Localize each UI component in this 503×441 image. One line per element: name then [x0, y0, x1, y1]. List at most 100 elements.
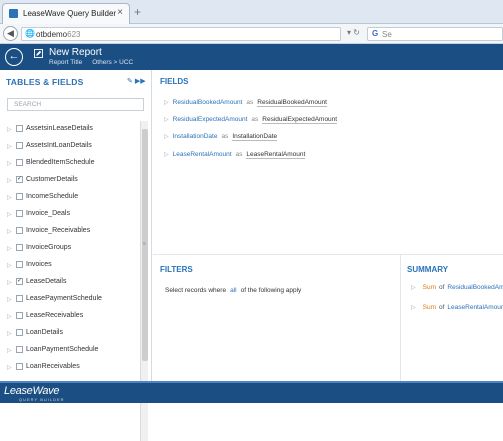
expand-arrow-icon[interactable]: ▷ [7, 296, 12, 303]
pin-icon[interactable]: ✎ [127, 78, 133, 85]
table-checkbox[interactable] [16, 227, 23, 234]
tab-title: LeaseWave Query Builder [23, 9, 117, 18]
table-checkbox[interactable] [16, 329, 23, 336]
table-list-item[interactable]: ▷ ✓ CustomerDetails [0, 172, 140, 189]
table-list-item[interactable]: ▷ LoanPaymentSchedule [0, 342, 140, 359]
table-checkbox[interactable] [16, 142, 23, 149]
expand-arrow-icon[interactable]: ▷ [7, 160, 12, 167]
table-list-item[interactable]: ▷ LeaseReceivables [0, 308, 140, 325]
table-list-item[interactable]: ▷ Invoice_Receivables [0, 223, 140, 240]
field-row[interactable]: ▷ ResidualBookedAmount as ResidualBookedAmo… [164, 99, 327, 109]
expand-arrow-icon[interactable]: ▷ [164, 117, 169, 123]
expand-arrow-icon[interactable]: ▷ [164, 100, 169, 106]
reload-icon[interactable]: ▾ ↻ [347, 28, 360, 37]
table-checkbox[interactable] [16, 159, 23, 166]
scroll-thumb[interactable]: ≡ [142, 129, 148, 361]
table-checkbox[interactable] [16, 125, 23, 132]
field-name[interactable]: ResidualExpectedAmount [173, 116, 248, 123]
table-list-item[interactable]: ▷ InvoiceGroups [0, 240, 140, 257]
field-name[interactable]: ResidualBookedAmount [173, 99, 243, 106]
table-checkbox[interactable]: ✓ [16, 278, 23, 285]
field-alias-input[interactable]: ResidualBookedAmount [257, 99, 327, 107]
expand-arrow-icon[interactable]: ▷ [7, 228, 12, 235]
table-label: CustomerDetails [26, 176, 78, 183]
as-label: as [235, 151, 243, 158]
summary-row[interactable]: ▷ Sum of ResidualBookedAmo [411, 284, 503, 291]
table-checkbox[interactable] [16, 193, 23, 200]
table-list-item[interactable]: ▷ ✓ LeaseDetails [0, 274, 140, 291]
table-list-item[interactable]: ▷ BlendedItemSchedule [0, 155, 140, 172]
expand-arrow-icon[interactable]: ▷ [7, 364, 12, 371]
expand-arrow-icon[interactable]: ▷ [7, 347, 12, 354]
field-row[interactable]: ▷ ResidualExpectedAmount as ResidualExpecte… [164, 116, 338, 126]
table-list-item[interactable]: ▷ IncomeSchedule [0, 189, 140, 206]
divider [153, 254, 503, 255]
expand-arrow-icon[interactable]: ▷ [411, 305, 416, 311]
table-checkbox[interactable] [16, 346, 23, 353]
back-button[interactable]: ← [5, 48, 23, 66]
expand-arrow-icon[interactable]: ▷ [7, 279, 12, 286]
field-alias-input[interactable]: LeaseRentalAmount [246, 151, 306, 159]
table-list-item[interactable]: ▷ AssetsIntLoanDetails [0, 138, 140, 155]
filter-suffix: of the following apply [240, 287, 302, 294]
edit-icon[interactable] [34, 49, 43, 58]
summary-row[interactable]: ▷ Sum of LeaseRentalAmoun [411, 304, 503, 311]
expand-arrow-icon[interactable]: ▷ [7, 177, 12, 184]
expand-arrow-icon[interactable]: ▷ [7, 194, 12, 201]
expand-arrow-icon[interactable]: ▷ [7, 126, 12, 133]
expand-arrow-icon[interactable]: ▷ [7, 245, 12, 252]
aggregate-function[interactable]: Sum [423, 284, 436, 291]
filter-quantifier-dropdown[interactable]: all [230, 287, 237, 294]
collapse-icon[interactable]: ▶▶ [135, 78, 146, 85]
report-subtitle: Report Title Others > UCC [49, 59, 133, 66]
new-tab-button[interactable]: + [134, 5, 141, 19]
table-checkbox[interactable]: ✓ [16, 176, 23, 183]
report-title[interactable]: New Report [49, 47, 102, 58]
expand-arrow-icon[interactable]: ▷ [7, 330, 12, 337]
table-list-item[interactable]: ▷ AssetsinLeaseDetails [0, 121, 140, 138]
field-row[interactable]: ▷ LeaseRentalAmount as LeaseRentalAmount [164, 151, 306, 161]
expand-arrow-icon[interactable]: ▷ [7, 143, 12, 150]
table-checkbox[interactable] [16, 295, 23, 302]
field-alias-input[interactable]: ResidualExpectedAmount [262, 116, 338, 124]
summary-field[interactable]: LeaseRentalAmoun [447, 304, 503, 311]
search-placeholder: Se [382, 30, 392, 39]
table-list-item[interactable]: ▷ LeasePaymentSchedule [0, 291, 140, 308]
table-list-item[interactable]: ▷ LoanReceivables [0, 359, 140, 376]
table-search-input[interactable] [8, 99, 143, 110]
of-label: of [439, 304, 445, 311]
field-name[interactable]: InstallationDate [173, 133, 218, 140]
browser-search-field[interactable]: G Se [367, 27, 503, 41]
table-checkbox[interactable] [16, 261, 23, 268]
field-row[interactable]: ▷ InstallationDate as InstallationDate [164, 133, 278, 143]
divider [400, 254, 401, 381]
table-label: LoanReceivables [26, 363, 80, 370]
browser-navigation-bar: ◀ 🌐 otbdemo623 ▾ ↻ G Se [0, 24, 503, 44]
summary-field[interactable]: ResidualBookedAmo [447, 284, 503, 291]
leasewave-logo: LeaseWave [4, 385, 60, 397]
tables-fields-panel: TABLES & FIELDS ✎ ▶▶ ▷ AssetsinLeaseDetai… [0, 70, 152, 441]
field-name[interactable]: LeaseRentalAmount [173, 151, 232, 158]
table-list-item[interactable]: ▷ LoanDetails [0, 325, 140, 342]
expand-arrow-icon[interactable]: ▷ [7, 211, 12, 218]
aggregate-function[interactable]: Sum [423, 304, 436, 311]
expand-arrow-icon[interactable]: ▷ [7, 313, 12, 320]
field-alias-input[interactable]: InstallationDate [232, 133, 278, 141]
app-header: ← New Report Report Title Others > UCC [0, 44, 503, 70]
table-checkbox[interactable] [16, 363, 23, 370]
expand-arrow-icon[interactable]: ▷ [164, 152, 169, 158]
address-bar[interactable]: 🌐 otbdemo623 [21, 27, 341, 41]
table-label: BlendedItemSchedule [26, 159, 95, 166]
expand-arrow-icon[interactable]: ▷ [164, 134, 169, 140]
tab-close-icon[interactable]: × [117, 7, 123, 18]
table-checkbox[interactable] [16, 210, 23, 217]
browser-tab[interactable]: LeaseWave Query Builder × [2, 3, 130, 24]
app-footer: LeaseWave QUERY BUILDER [0, 381, 503, 403]
expand-arrow-icon[interactable]: ▷ [7, 262, 12, 269]
table-checkbox[interactable] [16, 244, 23, 251]
expand-arrow-icon[interactable]: ▷ [411, 285, 416, 291]
browser-back-button[interactable]: ◀ [3, 26, 18, 41]
table-list-item[interactable]: ▷ Invoice_Deals [0, 206, 140, 223]
table-checkbox[interactable] [16, 312, 23, 319]
table-list-item[interactable]: ▷ Invoices [0, 257, 140, 274]
